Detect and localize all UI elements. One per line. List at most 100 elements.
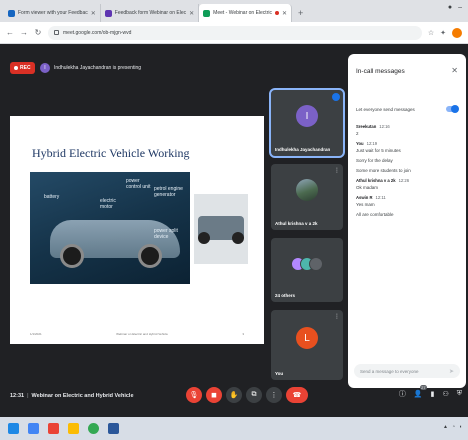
speaking-indicator-icon xyxy=(332,93,340,101)
message-text: Yes mam xyxy=(356,202,375,207)
more-options-icon[interactable]: ⋮ xyxy=(334,313,340,320)
participant-tile[interactable]: 24 others xyxy=(271,238,343,302)
participant-tile[interactable]: ⋮ Athul krishna v a 2k xyxy=(271,164,343,230)
wheel-shape xyxy=(60,244,84,268)
avatar xyxy=(309,256,323,271)
hang-up-icon: ☎ xyxy=(292,392,302,399)
browser-tab[interactable]: Form viewer with your Feedbac ✕ xyxy=(4,4,101,22)
participant-count: 27 xyxy=(420,385,427,390)
meeting-info: 12:31 | Webinar on Electric and Hybrid Veh… xyxy=(10,393,134,399)
message-text: Sorry for the delay xyxy=(356,158,393,163)
wheel-shape xyxy=(198,232,210,244)
app-icon[interactable] xyxy=(48,423,59,434)
presenter-text: Indhulekha Jayachandran is presenting xyxy=(54,65,142,71)
wifi-icon[interactable]: ◔ xyxy=(452,424,455,430)
message-text: Just wait for 5 minutes xyxy=(356,148,401,153)
message-time: 12:19 xyxy=(366,141,378,146)
close-tab-icon[interactable]: ✕ xyxy=(189,10,194,17)
app-icon[interactable] xyxy=(28,423,39,434)
close-icon[interactable]: ✕ xyxy=(451,66,458,75)
browser-tab-active[interactable]: Meet - Webinar on Electric ✕ xyxy=(199,4,293,22)
diagram-label: electric motor xyxy=(100,198,116,210)
recording-label: REC xyxy=(20,65,31,71)
separator: | xyxy=(27,393,29,399)
forward-icon[interactable]: → xyxy=(20,28,28,37)
present-button[interactable]: ⧉ xyxy=(246,387,262,403)
people-icon: 👤 xyxy=(413,391,423,398)
extensions-icon[interactable]: ✦ xyxy=(440,29,446,37)
chat-input-placeholder: Send a message to everyone xyxy=(360,368,419,374)
mic-off-icon: 🎙 xyxy=(189,392,199,399)
minimize-icon[interactable]: – xyxy=(458,4,462,11)
reload-icon[interactable]: ↻ xyxy=(34,28,42,37)
message-time: 12:16 xyxy=(379,124,390,129)
mic-off-button[interactable]: 🎙 xyxy=(186,387,202,403)
lock-icon xyxy=(54,30,59,35)
record-indicator-icon: ● xyxy=(447,4,453,11)
tab-label: Form viewer with your Feedbac xyxy=(18,10,88,16)
presentation-slide: Hybrid Electric Vehicle Working battery … xyxy=(10,116,264,344)
bookmark-star-icon[interactable]: ☆ xyxy=(428,29,434,37)
new-tab-button[interactable]: + xyxy=(292,4,309,22)
browser-tab[interactable]: Feedback form Webinar on Elec ✕ xyxy=(101,4,200,22)
message-text: Some more students to join xyxy=(356,168,411,173)
hybrid-car-diagram-image: battery electric motor power control uni… xyxy=(30,172,190,284)
diagram-label: power split device xyxy=(154,228,178,240)
more-options-icon[interactable]: ⋮ xyxy=(334,167,340,174)
screen: Form viewer with your Feedbac ✕ Feedback… xyxy=(0,0,468,440)
url-field[interactable]: meet.google.com/ob-mjgn-wvd xyxy=(48,25,422,40)
close-tab-icon[interactable]: ✕ xyxy=(282,10,287,17)
recording-dot-icon xyxy=(14,66,18,70)
hand-icon: ✋ xyxy=(229,392,239,399)
chat-message: Aswin R 12:11 Yes mam All are comfortable xyxy=(356,195,460,217)
presenter-avatar: I xyxy=(40,63,50,73)
participant-name: Athul krishna v a 2k xyxy=(275,221,318,226)
browser-tab-bar: Form viewer with your Feedbac ✕ Feedback… xyxy=(0,0,468,22)
more-options-button[interactable]: ⋮ xyxy=(266,387,282,403)
slide-footer-title: Webinar on Electric and Hybrid Vehicle xyxy=(116,332,168,336)
profile-avatar[interactable] xyxy=(452,27,462,38)
meeting-time: 12:31 xyxy=(10,393,25,399)
hybrid-chassis-image xyxy=(194,194,248,264)
chat-input[interactable]: Send a message to everyone ➤ xyxy=(354,364,460,378)
info-icon[interactable]: ⓘ xyxy=(399,389,406,399)
slide-title: Hybrid Electric Vehicle Working xyxy=(32,146,190,160)
close-tab-icon[interactable]: ✕ xyxy=(91,10,96,17)
chat-message: Athul krishna v a 2k 12:26 Ok madam xyxy=(356,178,460,190)
camera-off-button[interactable]: ◼ xyxy=(206,387,222,403)
tray-icon[interactable]: ▲ xyxy=(443,424,448,430)
participant-avatar: I xyxy=(296,105,318,128)
chat-icon[interactable]: ▮ xyxy=(431,390,435,398)
slide-footer-page: 3 xyxy=(242,332,244,336)
host-controls-icon[interactable]: ⛨ xyxy=(457,390,462,398)
send-messages-toggle[interactable] xyxy=(446,105,459,113)
chrome-icon[interactable] xyxy=(88,423,99,434)
word-icon[interactable] xyxy=(108,423,119,434)
chat-panel: In-call messages ✕ Let everyone send mes… xyxy=(348,54,466,388)
back-icon[interactable]: ← xyxy=(6,28,14,37)
participant-tile[interactable]: L ⋮ You xyxy=(271,310,343,380)
volume-icon[interactable]: ◖ xyxy=(459,424,462,430)
diagram-label: battery xyxy=(44,194,60,200)
address-bar: ← → ↻ meet.google.com/ob-mjgn-wvd ☆ ✦ xyxy=(0,22,468,44)
message-list: Sreekutan 12:16 2 You 12:19 Just wait for … xyxy=(356,124,460,222)
participant-name: You xyxy=(275,371,284,376)
leave-call-button[interactable]: ☎ xyxy=(286,387,308,403)
others-avatars xyxy=(291,256,323,271)
start-icon[interactable] xyxy=(8,423,19,434)
activities-icon[interactable]: ⚇ xyxy=(442,390,448,398)
recording-badge: REC xyxy=(10,62,35,74)
url-text: meet.google.com/ob-mjgn-wvd xyxy=(63,29,132,36)
recording-dot-icon xyxy=(274,11,279,15)
message-sender: You 12:19 xyxy=(356,141,378,146)
more-options-icon: ⋮ xyxy=(270,392,278,399)
chat-title: In-call messages xyxy=(356,68,405,75)
participant-tile[interactable]: I Indhulekha Jayachandran xyxy=(269,88,345,158)
present-screen-icon: ⧉ xyxy=(251,391,257,398)
folder-icon[interactable] xyxy=(68,423,79,434)
people-button[interactable]: 👤 27 xyxy=(413,385,427,398)
message-text: All are comfortable xyxy=(356,212,394,217)
send-icon[interactable]: ➤ xyxy=(449,368,454,375)
raise-hand-button[interactable]: ✋ xyxy=(226,387,242,403)
call-controls: 🎙 ◼ ✋ ⧉ ⋮ ☎ xyxy=(186,387,308,403)
